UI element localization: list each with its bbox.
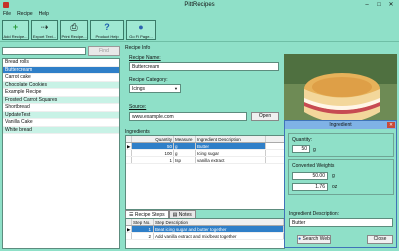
menu-file[interactable]: File — [3, 10, 11, 18]
cell-measure[interactable]: g — [174, 150, 196, 156]
converted-weights-label: Converted Weights — [292, 163, 335, 169]
recipe-item-shortbread[interactable]: Shortbread — [3, 104, 119, 112]
steps-tabs: ☰ Recipe Steps ▤ Notes — [125, 210, 196, 218]
find-button[interactable]: Find — [88, 46, 120, 56]
recipe-item-frosted-carrot-squares[interactable]: Frosted Carrot Squares — [3, 96, 119, 104]
chevron-down-icon: ▼ — [174, 86, 178, 91]
cell-step-description[interactable]: Add vanilla extract and mix/beat togethe… — [154, 233, 284, 239]
print-recipe-label: Print Recipe... — [61, 34, 87, 39]
column-description[interactable]: Ingredient Description — [196, 136, 266, 142]
ingredient-description-label: Ingredient Description: — [289, 211, 340, 217]
go-fi-page-label: Go Fi Page... — [129, 34, 153, 39]
title-bar: PittRecipes – □ ✕ — [0, 0, 399, 10]
steps-header: Step No. Step Description — [126, 219, 284, 226]
export-text-label: Export Text... — [32, 34, 57, 39]
cell-step-no[interactable]: 2 — [132, 233, 154, 239]
cell-quantity[interactable]: 1 — [132, 157, 174, 163]
table-row[interactable]: ▶ 50 g Butter — [126, 143, 284, 150]
column-measure[interactable]: Measure — [174, 136, 196, 142]
cell-description[interactable]: vanilla extract — [196, 157, 266, 163]
recipe-list[interactable]: Bread rolls Buttercream Carrot cake Choc… — [2, 58, 120, 249]
cell-description[interactable]: Icing sugar — [196, 150, 266, 156]
converted-grams-unit: g — [332, 173, 335, 179]
open-button[interactable]: Open — [251, 112, 279, 121]
recipe-info-heading: Recipe Info — [125, 45, 151, 51]
steps-table[interactable]: Step No. Step Description ▶ 1 Beat icing… — [125, 218, 285, 249]
minimize-icon[interactable]: – — [361, 1, 373, 9]
printer-icon: ⎙ — [70, 22, 78, 32]
ingredients-header: Quantity Measure Ingredient Description — [126, 136, 284, 143]
recipe-item-carrot-cake[interactable]: Carrot cake — [3, 74, 119, 82]
cell-measure[interactable]: tsp — [174, 157, 196, 163]
export-text-button[interactable]: ⇢ Export Text... — [31, 20, 58, 40]
dialog-close-icon[interactable]: ✕ — [387, 122, 395, 128]
recipe-item-vanilla-cake[interactable]: Vanilla Cake — [3, 119, 119, 127]
menu-bar: File Recipe Help — [0, 10, 399, 18]
tab-recipe-steps[interactable]: ☰ Recipe Steps — [125, 210, 169, 218]
recipe-category-value: Icings — [132, 86, 146, 92]
add-recipe-button[interactable]: + Add Recipe... — [2, 20, 29, 40]
search-input[interactable] — [2, 47, 86, 55]
recipe-category-label: Recipe Category: — [129, 77, 168, 83]
product-help-button[interactable]: ? Product Help — [90, 20, 124, 40]
column-step-description[interactable]: Step Description — [154, 219, 284, 225]
table-row[interactable]: ▶ 1 Beat icing sugar and butter together — [126, 226, 284, 233]
source-field[interactable]: www.example.com — [129, 112, 247, 121]
cell-measure[interactable]: g — [174, 143, 196, 149]
recipe-item-chocolate-cookies[interactable]: Chocolate Cookies — [3, 81, 119, 89]
ingredient-description-field[interactable]: Butter — [289, 218, 393, 227]
quantity-label: Quantity: — [292, 137, 313, 143]
quantity-unit: g — [313, 147, 316, 153]
maximize-icon[interactable]: □ — [373, 1, 385, 9]
column-step-no[interactable]: Step No. — [132, 219, 154, 225]
product-help-label: Product Help — [95, 34, 119, 39]
ingredient-dialog: Ingredient ✕ Quantity: 50 g Converted We… — [284, 120, 397, 248]
menu-help[interactable]: Help — [39, 10, 49, 18]
table-row[interactable]: 1 tsp vanilla extract — [126, 157, 284, 164]
close-icon[interactable]: ✕ — [385, 1, 397, 9]
export-icon: ⇢ — [40, 22, 49, 32]
cell-description[interactable]: Butter — [196, 143, 266, 149]
dialog-title: Ingredient — [329, 122, 352, 128]
recipe-item-example-recipe[interactable]: Example Recipe — [3, 89, 119, 97]
converted-ounces-unit: oz — [332, 184, 338, 190]
converted-ounces-field[interactable]: 1.76 — [292, 183, 328, 191]
cell-quantity[interactable]: 50 — [132, 143, 174, 149]
converted-grams-field[interactable]: 50.00 — [292, 172, 328, 180]
recipe-name-field[interactable]: Buttercream — [129, 62, 279, 71]
search-web-button[interactable]: ● Search Web — [297, 235, 331, 244]
recipe-item-updatetest[interactable]: UpdateTest — [3, 111, 119, 119]
go-fi-page-button[interactable]: ● Go Fi Page... — [126, 20, 156, 40]
dialog-title-bar: Ingredient ✕ — [285, 121, 396, 129]
table-row[interactable]: 100 g Icing sugar — [126, 150, 284, 157]
tab-notes[interactable]: ▤ Notes — [168, 210, 196, 218]
close-button[interactable]: Close — [367, 235, 393, 244]
recipe-item-white-bread[interactable]: White bread — [3, 126, 119, 134]
column-quantity[interactable]: Quantity — [132, 136, 174, 142]
ingredients-table[interactable]: Quantity Measure Ingredient Description … — [125, 135, 285, 210]
cell-quantity[interactable]: 100 — [132, 150, 174, 156]
search-web-label: Search Web — [302, 236, 330, 242]
recipe-name-label: Recipe Name: — [129, 55, 161, 61]
add-recipe-label: Add Recipe... — [3, 34, 28, 39]
cell-step-no[interactable]: 1 — [132, 226, 154, 232]
table-row[interactable]: 2 Add vanilla extract and mix/beat toget… — [126, 233, 284, 240]
globe-icon: ● — [138, 22, 144, 32]
print-recipe-button[interactable]: ⎙ Print Recipe... — [60, 20, 88, 40]
plus-icon: + — [12, 22, 19, 32]
window-title: PittRecipes — [184, 2, 215, 8]
cell-step-description[interactable]: Beat icing sugar and butter together — [154, 226, 284, 232]
quantity-stepper[interactable]: 50 — [292, 145, 310, 153]
menu-recipe[interactable]: Recipe — [17, 10, 33, 18]
recipe-item-bread-rolls[interactable]: Bread rolls — [3, 59, 119, 67]
window-controls: – □ ✕ — [361, 1, 397, 9]
converted-weights-group: Converted Weights 50.00 g 1.76 oz — [288, 159, 394, 195]
recipe-category-select[interactable]: Icings ▼ — [129, 84, 181, 93]
source-label: Source: — [129, 104, 147, 110]
help-icon: ? — [104, 22, 110, 32]
globe-icon: ● — [298, 236, 302, 242]
quantity-group: Quantity: 50 g — [288, 133, 394, 157]
recipe-item-buttercream[interactable]: Buttercream — [3, 66, 119, 74]
toolbar: + Add Recipe... ⇢ Export Text... ⎙ Print… — [0, 18, 399, 42]
